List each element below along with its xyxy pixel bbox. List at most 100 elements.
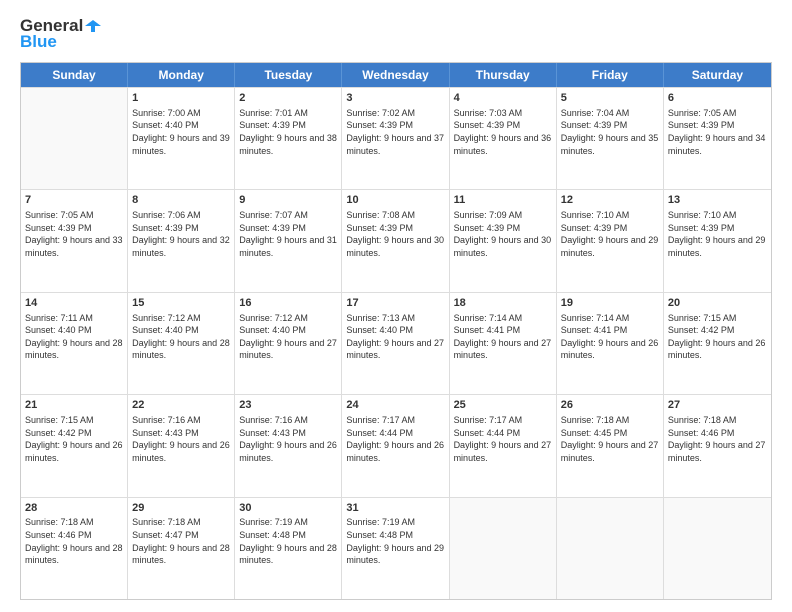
cal-cell-5: 5Sunrise: 7:04 AM Sunset: 4:39 PM Daylig… <box>557 88 664 189</box>
cal-cell-22: 22Sunrise: 7:16 AM Sunset: 4:43 PM Dayli… <box>128 395 235 496</box>
day-header-wednesday: Wednesday <box>342 63 449 87</box>
cal-cell-empty-4 <box>450 498 557 599</box>
cell-detail: Sunrise: 7:16 AM Sunset: 4:43 PM Dayligh… <box>239 414 337 464</box>
day-number: 2 <box>239 91 337 106</box>
cal-cell-20: 20Sunrise: 7:15 AM Sunset: 4:42 PM Dayli… <box>664 293 771 394</box>
day-number: 17 <box>346 296 444 311</box>
day-header-tuesday: Tuesday <box>235 63 342 87</box>
cal-cell-17: 17Sunrise: 7:13 AM Sunset: 4:40 PM Dayli… <box>342 293 449 394</box>
cell-detail: Sunrise: 7:04 AM Sunset: 4:39 PM Dayligh… <box>561 107 659 157</box>
day-number: 7 <box>25 193 123 208</box>
cal-cell-29: 29Sunrise: 7:18 AM Sunset: 4:47 PM Dayli… <box>128 498 235 599</box>
calendar-body: 1Sunrise: 7:00 AM Sunset: 4:40 PM Daylig… <box>21 87 771 599</box>
cal-cell-26: 26Sunrise: 7:18 AM Sunset: 4:45 PM Dayli… <box>557 395 664 496</box>
header: General Blue <box>20 16 772 52</box>
day-number: 4 <box>454 91 552 106</box>
day-number: 13 <box>668 193 767 208</box>
cell-detail: Sunrise: 7:18 AM Sunset: 4:46 PM Dayligh… <box>25 516 123 566</box>
cal-cell-16: 16Sunrise: 7:12 AM Sunset: 4:40 PM Dayli… <box>235 293 342 394</box>
day-header-sunday: Sunday <box>21 63 128 87</box>
day-number: 5 <box>561 91 659 106</box>
cell-detail: Sunrise: 7:18 AM Sunset: 4:46 PM Dayligh… <box>668 414 767 464</box>
calendar-header: SundayMondayTuesdayWednesdayThursdayFrid… <box>21 63 771 87</box>
cell-detail: Sunrise: 7:09 AM Sunset: 4:39 PM Dayligh… <box>454 209 552 259</box>
cal-cell-12: 12Sunrise: 7:10 AM Sunset: 4:39 PM Dayli… <box>557 190 664 291</box>
day-number: 22 <box>132 398 230 413</box>
cal-cell-27: 27Sunrise: 7:18 AM Sunset: 4:46 PM Dayli… <box>664 395 771 496</box>
cal-cell-empty-5 <box>557 498 664 599</box>
cal-cell-15: 15Sunrise: 7:12 AM Sunset: 4:40 PM Dayli… <box>128 293 235 394</box>
cal-cell-1: 1Sunrise: 7:00 AM Sunset: 4:40 PM Daylig… <box>128 88 235 189</box>
cal-cell-23: 23Sunrise: 7:16 AM Sunset: 4:43 PM Dayli… <box>235 395 342 496</box>
logo: General Blue <box>20 16 101 52</box>
day-number: 18 <box>454 296 552 311</box>
day-number: 31 <box>346 501 444 516</box>
cell-detail: Sunrise: 7:03 AM Sunset: 4:39 PM Dayligh… <box>454 107 552 157</box>
week-row-0: 1Sunrise: 7:00 AM Sunset: 4:40 PM Daylig… <box>21 87 771 189</box>
cal-cell-empty-6 <box>664 498 771 599</box>
cell-detail: Sunrise: 7:12 AM Sunset: 4:40 PM Dayligh… <box>132 312 230 362</box>
day-number: 9 <box>239 193 337 208</box>
cell-detail: Sunrise: 7:08 AM Sunset: 4:39 PM Dayligh… <box>346 209 444 259</box>
cell-detail: Sunrise: 7:05 AM Sunset: 4:39 PM Dayligh… <box>25 209 123 259</box>
day-number: 23 <box>239 398 337 413</box>
cell-detail: Sunrise: 7:10 AM Sunset: 4:39 PM Dayligh… <box>668 209 767 259</box>
logo-blue: Blue <box>20 32 57 52</box>
cell-detail: Sunrise: 7:02 AM Sunset: 4:39 PM Dayligh… <box>346 107 444 157</box>
day-header-thursday: Thursday <box>450 63 557 87</box>
cal-cell-6: 6Sunrise: 7:05 AM Sunset: 4:39 PM Daylig… <box>664 88 771 189</box>
cell-detail: Sunrise: 7:18 AM Sunset: 4:45 PM Dayligh… <box>561 414 659 464</box>
day-number: 11 <box>454 193 552 208</box>
cell-detail: Sunrise: 7:01 AM Sunset: 4:39 PM Dayligh… <box>239 107 337 157</box>
week-row-2: 14Sunrise: 7:11 AM Sunset: 4:40 PM Dayli… <box>21 292 771 394</box>
cell-detail: Sunrise: 7:11 AM Sunset: 4:40 PM Dayligh… <box>25 312 123 362</box>
cell-detail: Sunrise: 7:16 AM Sunset: 4:43 PM Dayligh… <box>132 414 230 464</box>
calendar: SundayMondayTuesdayWednesdayThursdayFrid… <box>20 62 772 600</box>
day-number: 28 <box>25 501 123 516</box>
day-number: 29 <box>132 501 230 516</box>
cell-detail: Sunrise: 7:07 AM Sunset: 4:39 PM Dayligh… <box>239 209 337 259</box>
cal-cell-9: 9Sunrise: 7:07 AM Sunset: 4:39 PM Daylig… <box>235 190 342 291</box>
cell-detail: Sunrise: 7:13 AM Sunset: 4:40 PM Dayligh… <box>346 312 444 362</box>
cell-detail: Sunrise: 7:17 AM Sunset: 4:44 PM Dayligh… <box>454 414 552 464</box>
week-row-1: 7Sunrise: 7:05 AM Sunset: 4:39 PM Daylig… <box>21 189 771 291</box>
cal-cell-2: 2Sunrise: 7:01 AM Sunset: 4:39 PM Daylig… <box>235 88 342 189</box>
cal-cell-18: 18Sunrise: 7:14 AM Sunset: 4:41 PM Dayli… <box>450 293 557 394</box>
cell-detail: Sunrise: 7:12 AM Sunset: 4:40 PM Dayligh… <box>239 312 337 362</box>
cell-detail: Sunrise: 7:19 AM Sunset: 4:48 PM Dayligh… <box>346 516 444 566</box>
cell-detail: Sunrise: 7:05 AM Sunset: 4:39 PM Dayligh… <box>668 107 767 157</box>
week-row-4: 28Sunrise: 7:18 AM Sunset: 4:46 PM Dayli… <box>21 497 771 599</box>
cal-cell-31: 31Sunrise: 7:19 AM Sunset: 4:48 PM Dayli… <box>342 498 449 599</box>
day-number: 25 <box>454 398 552 413</box>
day-header-saturday: Saturday <box>664 63 771 87</box>
day-number: 8 <box>132 193 230 208</box>
day-number: 30 <box>239 501 337 516</box>
cal-cell-14: 14Sunrise: 7:11 AM Sunset: 4:40 PM Dayli… <box>21 293 128 394</box>
day-number: 20 <box>668 296 767 311</box>
day-number: 26 <box>561 398 659 413</box>
cell-detail: Sunrise: 7:15 AM Sunset: 4:42 PM Dayligh… <box>668 312 767 362</box>
cal-cell-3: 3Sunrise: 7:02 AM Sunset: 4:39 PM Daylig… <box>342 88 449 189</box>
cal-cell-4: 4Sunrise: 7:03 AM Sunset: 4:39 PM Daylig… <box>450 88 557 189</box>
day-number: 3 <box>346 91 444 106</box>
cal-cell-13: 13Sunrise: 7:10 AM Sunset: 4:39 PM Dayli… <box>664 190 771 291</box>
cal-cell-7: 7Sunrise: 7:05 AM Sunset: 4:39 PM Daylig… <box>21 190 128 291</box>
cal-cell-28: 28Sunrise: 7:18 AM Sunset: 4:46 PM Dayli… <box>21 498 128 599</box>
day-number: 1 <box>132 91 230 106</box>
cell-detail: Sunrise: 7:19 AM Sunset: 4:48 PM Dayligh… <box>239 516 337 566</box>
day-number: 24 <box>346 398 444 413</box>
day-number: 19 <box>561 296 659 311</box>
cal-cell-25: 25Sunrise: 7:17 AM Sunset: 4:44 PM Dayli… <box>450 395 557 496</box>
cal-cell-8: 8Sunrise: 7:06 AM Sunset: 4:39 PM Daylig… <box>128 190 235 291</box>
page: General Blue SundayMondayTuesdayWednesda… <box>0 0 792 612</box>
cell-detail: Sunrise: 7:06 AM Sunset: 4:39 PM Dayligh… <box>132 209 230 259</box>
day-number: 27 <box>668 398 767 413</box>
week-row-3: 21Sunrise: 7:15 AM Sunset: 4:42 PM Dayli… <box>21 394 771 496</box>
day-header-monday: Monday <box>128 63 235 87</box>
cal-cell-11: 11Sunrise: 7:09 AM Sunset: 4:39 PM Dayli… <box>450 190 557 291</box>
day-number: 12 <box>561 193 659 208</box>
cell-detail: Sunrise: 7:18 AM Sunset: 4:47 PM Dayligh… <box>132 516 230 566</box>
cell-detail: Sunrise: 7:14 AM Sunset: 4:41 PM Dayligh… <box>454 312 552 362</box>
day-header-friday: Friday <box>557 63 664 87</box>
day-number: 10 <box>346 193 444 208</box>
